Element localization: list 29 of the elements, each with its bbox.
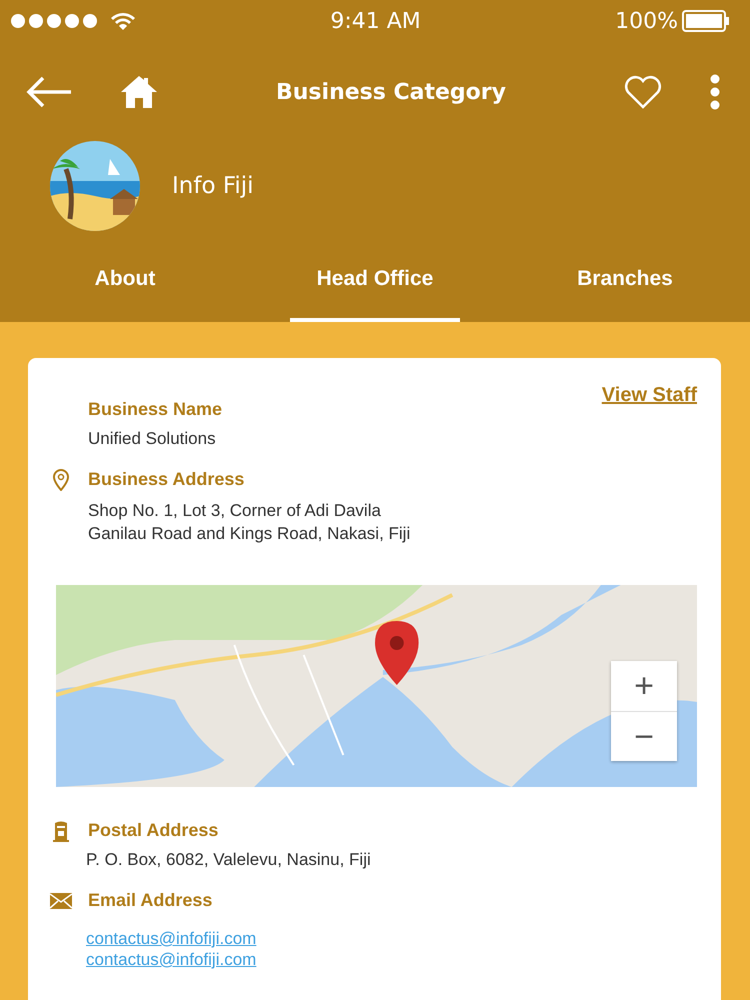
battery-icon	[682, 10, 730, 32]
tab[interactable]: Branches	[540, 238, 710, 322]
envelope-icon	[50, 892, 72, 908]
heart-icon[interactable]	[624, 75, 662, 109]
tab[interactable]: About	[40, 238, 210, 322]
email-link[interactable]: contactus@infofiji.com	[86, 928, 256, 949]
email-link[interactable]: contactus@infofiji.com	[86, 949, 256, 970]
location-pin-icon	[52, 468, 70, 490]
battery-percent: 100%	[615, 8, 678, 36]
field-value: Unified Solutions	[88, 428, 217, 450]
wifi-icon	[110, 11, 136, 31]
tab[interactable]: Head Office	[290, 238, 460, 322]
business-name: Info Fiji	[172, 172, 254, 201]
view-staff-link[interactable]: View Staff	[602, 380, 697, 410]
field-label: Business Address	[88, 468, 244, 491]
postbox-icon	[53, 820, 69, 842]
more-icon[interactable]	[710, 74, 720, 110]
field-label: Business Name	[88, 398, 222, 421]
field-label: Postal Address	[88, 819, 218, 842]
field-value: Ganilau Road and Kings Road, Nakasi, Fiji	[88, 523, 412, 545]
zoom-in-button[interactable]: +	[611, 661, 677, 711]
back-arrow-icon[interactable]	[26, 76, 72, 108]
field-label: Email Address	[88, 889, 212, 912]
field-value: Shop No. 1, Lot 3, Corner of Adi Davila	[88, 500, 382, 522]
page-title: Business Category	[276, 80, 506, 104]
zoom-out-button[interactable]: −	[611, 711, 677, 761]
field-value: P. O. Box, 6082, Valelevu, Nasinu, Fiji	[86, 849, 372, 871]
status-time: 9:41 AM	[330, 8, 421, 36]
home-icon[interactable]	[120, 75, 158, 109]
